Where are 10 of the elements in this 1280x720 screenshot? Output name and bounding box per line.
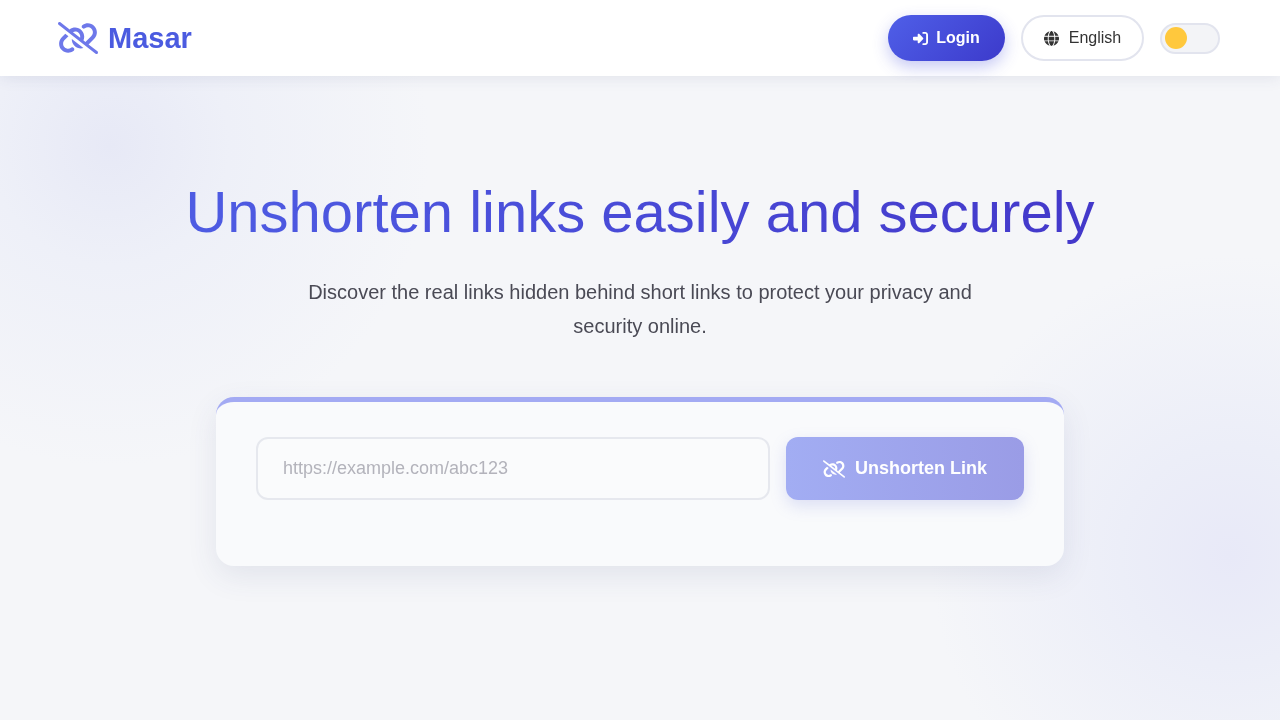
globe-icon — [1043, 30, 1059, 46]
login-button[interactable]: Login — [888, 15, 1005, 61]
language-button[interactable]: English — [1021, 15, 1144, 61]
hero-subtitle: Discover the real links hidden behind short links to protect your privacy and security online. — [307, 280, 973, 339]
theme-toggle[interactable] — [1160, 22, 1220, 54]
logo-text: Masar — [108, 23, 192, 53]
login-icon — [913, 30, 929, 46]
unlink-icon — [58, 22, 98, 54]
url-input-field[interactable]: https://example.com/abc123 — [256, 437, 770, 500]
unlink-icon — [823, 459, 845, 478]
